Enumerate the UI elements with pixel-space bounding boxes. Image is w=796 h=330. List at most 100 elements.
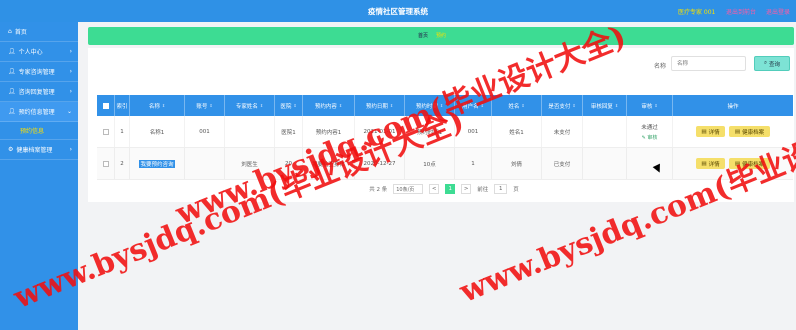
cell-person: 刘倩: [492, 148, 542, 179]
sidebar-item-appointment-mgmt[interactable]: 👤︎ 预约信息管理 ⌄: [0, 102, 78, 122]
sidebar-item-health-records[interactable]: ⚙ 健康档案管理 ›: [0, 140, 78, 160]
header-label: 名称: [148, 103, 160, 110]
header-actions: 操作: [727, 103, 739, 110]
header-label: 是否支付: [548, 103, 571, 110]
document-icon: ▤: [701, 160, 707, 167]
page-size-select[interactable]: 10条/页: [393, 184, 424, 194]
row-checkbox-cell[interactable]: [97, 148, 115, 179]
chevron-right-icon: ›: [69, 48, 72, 55]
header-label: 审核: [641, 103, 653, 110]
user-icon: 👤︎: [8, 108, 16, 115]
sidebar-item-label: 预约信息: [20, 128, 45, 135]
header-account[interactable]: 账号 ⇕: [185, 95, 225, 116]
total-count: 共 2 条: [369, 187, 388, 193]
document-icon: ▤: [734, 128, 741, 135]
select-all-checkbox[interactable]: [102, 102, 109, 109]
detail-button[interactable]: ▤ 详情: [696, 126, 725, 137]
header-label: 专家姓名: [235, 103, 258, 110]
header-name[interactable]: 名称 ⇕: [130, 95, 185, 116]
user-icon: 👤︎: [8, 48, 16, 55]
audit-action-link[interactable]: ✎ 审核: [642, 134, 658, 141]
cell-index: 1: [115, 116, 130, 147]
select-all-checkbox-cell[interactable]: [97, 95, 115, 116]
sort-icon: ⇕: [259, 103, 264, 108]
cell-index: 2: [115, 148, 130, 179]
header-index: 索引: [115, 95, 130, 116]
sort-icon: ⇕: [338, 103, 343, 108]
sort-icon: ⇕: [293, 103, 297, 108]
sidebar-item-home[interactable]: ⌂ 首页: [0, 22, 78, 42]
sort-icon: ⇕: [654, 103, 658, 108]
header-paid[interactable]: 是否支付 ⇕: [542, 95, 583, 116]
sidebar-item-label: 专家咨询管理: [18, 69, 55, 76]
sort-icon: ⇕: [521, 103, 525, 108]
health-record-button[interactable]: ▤ 健康档案: [729, 126, 770, 137]
row-checkbox[interactable]: [102, 160, 109, 167]
cell-audit: 未通过 ✎ 审核: [627, 116, 673, 147]
cell-account: 001: [185, 116, 225, 147]
breadcrumb-home[interactable]: 首页: [418, 32, 428, 39]
sidebar-item-consult-reply[interactable]: 👤︎ 咨询回复管理 ›: [0, 82, 78, 102]
user-role-label: 医疗专家 001: [678, 9, 716, 16]
home-icon: ⌂: [8, 28, 12, 35]
sort-icon: ⇕: [161, 103, 166, 108]
breadcrumb: 首页 预约: [88, 27, 794, 45]
sort-icon: ⇕: [614, 103, 619, 108]
goto-label: 前往: [477, 187, 489, 193]
search-icon: ⌕: [763, 60, 768, 66]
page-size-value: 10条/页: [396, 186, 415, 193]
top-bar: 疫情社区管理系统 医疗专家 001 退出到前台 退出登录: [0, 0, 796, 22]
cell-person: 姓名1: [492, 116, 542, 147]
search-button[interactable]: ⌕ 查询: [754, 56, 790, 71]
gear-icon: ⚙: [8, 146, 14, 153]
chevron-right-icon: ›: [69, 88, 72, 95]
user-icon: 👤︎: [8, 88, 16, 95]
cell-reply: [583, 116, 627, 147]
chevron-down-icon: ⌄: [66, 108, 72, 115]
header-label: 预约内容: [314, 103, 337, 110]
audit-status: 未通过: [641, 124, 658, 131]
sidebar-item-label: 预约信息管理: [18, 109, 55, 116]
chevron-right-icon: ›: [69, 68, 72, 75]
selected-text: 我要预约咨询: [139, 159, 175, 168]
goto-page-input[interactable]: 1: [494, 184, 508, 194]
breadcrumb-current: 预约: [436, 33, 447, 39]
cell-name: 我要预约咨询: [130, 148, 185, 179]
exit-to-front-link[interactable]: 退出到前台: [726, 7, 756, 16]
header-audit[interactable]: 审核 ⇕: [627, 95, 673, 116]
page-number-current[interactable]: 1: [445, 184, 456, 194]
header-expert[interactable]: 专家姓名 ⇕: [225, 95, 275, 116]
cell-audit: [627, 148, 673, 179]
detail-button-label: 详情: [708, 129, 720, 136]
cell-expert: [225, 116, 275, 147]
header-label: 审核回复: [590, 103, 613, 110]
sidebar-item-profile[interactable]: 👤︎ 个人中心 ›: [0, 42, 78, 62]
sidebar-item-expert-consult[interactable]: 👤︎ 专家咨询管理 ›: [0, 62, 78, 82]
search-button-label: 查询: [769, 61, 781, 68]
header-label: 姓名: [508, 103, 520, 110]
header-hospital[interactable]: 医院 ⇕: [275, 95, 303, 116]
cell-username: 1: [455, 148, 492, 179]
cell-paid: 未支付: [542, 116, 583, 147]
app-title: 疫情社区管理系统: [368, 7, 428, 16]
prev-page-button[interactable]: <: [429, 184, 440, 194]
sidebar-item-label: 个人中心: [18, 49, 43, 56]
logout-link[interactable]: 退出登录: [766, 7, 790, 16]
header-reply[interactable]: 审核回复 ⇕: [583, 95, 627, 116]
sidebar-item-label: 咨询回复管理: [18, 89, 55, 96]
cell-paid: 已支付: [542, 148, 583, 179]
search-input[interactable]: [671, 56, 746, 71]
sort-icon: ⇕: [572, 103, 576, 108]
sidebar-item-label: 首页: [14, 29, 27, 36]
cell-reply: [583, 148, 627, 179]
row-checkbox[interactable]: [102, 128, 109, 135]
user-icon: 👤︎: [8, 68, 16, 75]
next-page-button[interactable]: >: [461, 184, 472, 194]
sidebar-subitem-appointment[interactable]: 预约信息: [0, 122, 78, 140]
header-label: 账号: [196, 103, 208, 110]
header-content[interactable]: 预约内容 ⇕: [303, 95, 355, 116]
row-checkbox-cell[interactable]: [97, 116, 115, 147]
search-label: 名称: [654, 63, 667, 70]
edit-icon: ✎: [641, 134, 646, 141]
audit-action-label: 审核: [647, 134, 658, 141]
